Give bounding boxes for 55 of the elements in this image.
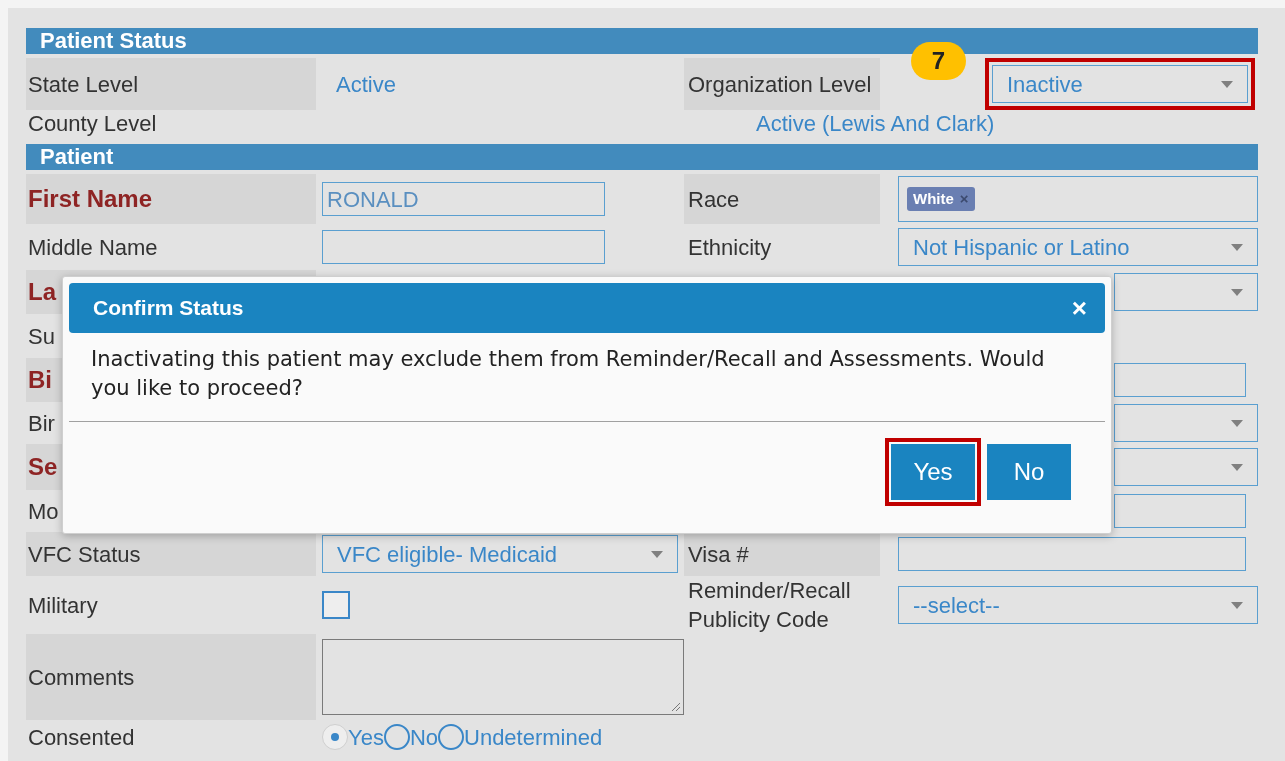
field-label: VFC Status <box>28 540 141 569</box>
select-field[interactable]: Inactive <box>992 65 1248 103</box>
dropdown-caret-icon <box>1231 243 1243 251</box>
dropdown-caret-icon <box>1231 419 1243 427</box>
field-label: Ethnicity <box>688 233 772 262</box>
select-field[interactable]: VFC eligible- Medicaid <box>322 535 678 573</box>
field-label: Comments <box>28 663 135 692</box>
radio-option[interactable]: No <box>383 720 438 754</box>
radio-option[interactable]: Undetermined <box>438 720 603 754</box>
close-button[interactable]: × <box>1071 295 1087 321</box>
field-label: Reminder/Recall Publicity Code <box>688 577 852 634</box>
field-label: First Name <box>28 184 153 214</box>
field-label: Consented <box>28 723 135 752</box>
select-field[interactable]: --select-- <box>898 586 1258 624</box>
dialog-button[interactable]: Yes <box>891 444 975 500</box>
field-label: Mo <box>28 497 59 526</box>
field-label: State Level <box>28 70 139 99</box>
input-field[interactable] <box>898 537 1246 571</box>
field-label: Bir <box>28 409 55 438</box>
field-label: Organization Level <box>688 70 872 99</box>
field-label: Middle Name <box>28 233 158 262</box>
select-field[interactable] <box>1114 404 1258 442</box>
dialog-message: Inactivating this patient may exclude them from Reminder/Recall and Assessments. Would you like to proceed? <box>91 346 1046 402</box>
status-value: Active <box>335 70 396 99</box>
field-label: Race <box>688 185 740 214</box>
dropdown-caret-icon <box>651 550 663 558</box>
select-field[interactable]: Not Hispanic or Latino <box>898 228 1258 266</box>
field-label: Bi <box>28 365 52 395</box>
dropdown-caret-icon <box>1231 601 1243 609</box>
field-label: County Level <box>28 109 157 138</box>
input-field[interactable] <box>1114 363 1246 397</box>
field-label: Visa # <box>688 540 749 569</box>
input-field[interactable]: RONALD <box>322 182 605 216</box>
race-tag: White × <box>907 186 975 212</box>
section-header: Patient <box>26 144 1258 170</box>
race-select-field[interactable]: White × <box>898 176 1258 222</box>
dropdown-caret-icon <box>1221 80 1233 88</box>
input-field[interactable] <box>322 230 605 264</box>
status-value: Active (Lewis And Clark) <box>756 109 995 138</box>
dialog-title: Confirm Status <box>93 295 244 322</box>
select-field[interactable] <box>1114 448 1258 486</box>
field-label: Su <box>28 322 55 351</box>
remove-tag-button[interactable]: × <box>959 187 969 211</box>
dropdown-caret-icon <box>1231 288 1243 296</box>
checkbox[interactable] <box>322 591 350 619</box>
comments-field[interactable] <box>322 639 684 715</box>
radio-option[interactable]: Yes <box>322 720 384 754</box>
select-field[interactable] <box>1114 273 1258 311</box>
dialog-button[interactable]: No <box>987 444 1071 500</box>
resize-grip-icon <box>671 702 681 712</box>
field-label: Military <box>28 591 98 620</box>
field-label: La <box>28 277 56 307</box>
input-field[interactable] <box>1114 494 1246 528</box>
dropdown-caret-icon <box>1231 463 1243 471</box>
field-label: Se <box>28 452 58 482</box>
